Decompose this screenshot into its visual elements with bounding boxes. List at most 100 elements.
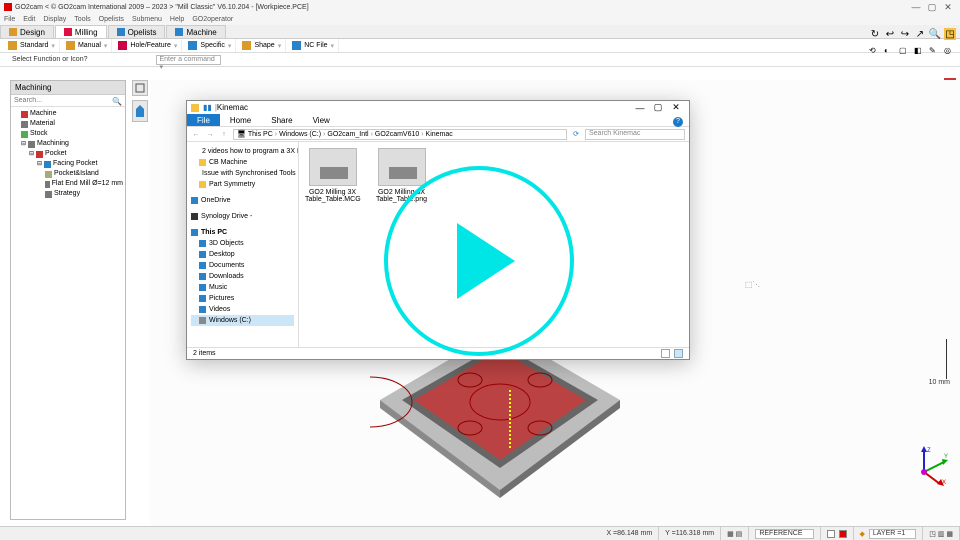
- view-tool-icon[interactable]: ◧: [914, 46, 926, 58]
- breadcrumb-item[interactable]: Kinemac: [426, 131, 453, 138]
- breadcrumb-item[interactable]: This PC: [248, 131, 277, 138]
- breadcrumb-path[interactable]: 🖥This PCWindows (C:)GO2cam_IntlGO2camV61…: [233, 129, 567, 140]
- tree-node[interactable]: Material: [13, 119, 123, 129]
- nav-up[interactable]: ↑: [219, 131, 229, 138]
- close-button[interactable]: ✕: [940, 2, 956, 13]
- search-icon[interactable]: 🔍: [112, 97, 122, 106]
- ribbon-standard[interactable]: Standard ▾: [4, 39, 60, 52]
- explorer-nav-tree[interactable]: 2 videos how to program a 3X DebuCB Mach…: [187, 142, 299, 347]
- ribbon-shape[interactable]: Shape ▾: [238, 39, 286, 52]
- tree-node[interactable]: Machine: [13, 109, 123, 119]
- view-tool-icon[interactable]: ↩: [884, 28, 896, 40]
- view-details-icon[interactable]: [661, 349, 670, 358]
- explorer-tabs: FileHomeShareView: [187, 114, 689, 127]
- explorer-close[interactable]: ✕: [667, 102, 685, 113]
- tree-node[interactable]: Flat End Mill Ø=12 mm: [13, 179, 123, 189]
- tree-search-input[interactable]: [11, 95, 125, 107]
- breadcrumb-item[interactable]: GO2cam_Intl: [327, 131, 373, 138]
- maximize-button[interactable]: ▢: [924, 2, 940, 13]
- menu-submenu[interactable]: Submenu: [132, 16, 162, 23]
- nav-item[interactable]: Issue with Synchronised Tools: [191, 168, 294, 179]
- explorer-search-input[interactable]: Search Kinemac: [585, 129, 685, 140]
- menu-help[interactable]: Help: [170, 16, 184, 23]
- nav-item[interactable]: Windows (C:): [191, 315, 294, 326]
- explorer-minimize[interactable]: —: [631, 103, 649, 113]
- status-reference[interactable]: REFERENCE: [749, 527, 820, 540]
- nav-item[interactable]: Music: [191, 282, 294, 293]
- nav-item[interactable]: Documents: [191, 260, 294, 271]
- ribbon-nc-file[interactable]: NC File ▾: [288, 39, 339, 52]
- breadcrumb-item[interactable]: Windows (C:): [279, 131, 325, 138]
- ribbon-manual[interactable]: Manual ▾: [62, 39, 112, 52]
- explorer-maximize[interactable]: ▢: [649, 102, 667, 113]
- status-layer[interactable]: ◆LAYER =1: [854, 527, 924, 540]
- view-tool-icon[interactable]: 🔍: [929, 28, 941, 40]
- nav-item[interactable]: Downloads: [191, 271, 294, 282]
- nav-item[interactable]: This PC: [191, 227, 294, 238]
- tab-machine[interactable]: Machine: [166, 25, 225, 38]
- nav-item[interactable]: Synology Drive -: [191, 211, 294, 222]
- status-extra-icons[interactable]: ◳ ▥ ▦: [923, 527, 960, 540]
- tab-milling[interactable]: Milling: [55, 25, 107, 38]
- nav-item[interactable]: Pictures: [191, 293, 294, 304]
- menu-opelists[interactable]: Opelists: [99, 16, 124, 23]
- ribbon-icon: [188, 41, 197, 50]
- view-tool-icon[interactable]: ✎: [929, 46, 941, 58]
- view-tool-icon[interactable]: ↻: [869, 28, 881, 40]
- node-icon: [44, 161, 51, 168]
- menu-display[interactable]: Display: [43, 16, 66, 23]
- refresh-button[interactable]: ⟳: [571, 130, 581, 138]
- tree-node[interactable]: Strategy: [13, 189, 123, 199]
- nav-back[interactable]: ←: [191, 131, 201, 138]
- menu-edit[interactable]: Edit: [23, 16, 35, 23]
- explorer-tab-file[interactable]: File: [187, 114, 220, 126]
- menu-file[interactable]: File: [4, 16, 15, 23]
- tree-node[interactable]: ⊟Pocket: [13, 149, 123, 159]
- tab-design[interactable]: Design: [0, 25, 54, 38]
- nav-item[interactable]: CB Machine: [191, 157, 294, 168]
- menu-go2operator[interactable]: GO2operator: [192, 16, 233, 23]
- view-tool-icon[interactable]: ◎: [944, 46, 956, 58]
- view-tool-icon[interactable]: ↗: [914, 28, 926, 40]
- help-icon[interactable]: ?: [673, 117, 683, 127]
- view-tiles-icon[interactable]: [674, 349, 683, 358]
- operation-tree[interactable]: MachineMaterialStock⊟Machining⊟Pocket⊟Fa…: [11, 107, 125, 201]
- explorer-tab-view[interactable]: View: [303, 114, 340, 126]
- menu-tools[interactable]: Tools: [74, 16, 90, 23]
- nav-item[interactable]: Part Symmetry: [191, 179, 294, 190]
- breadcrumb-item[interactable]: GO2camV610: [375, 131, 424, 138]
- minimize-button[interactable]: —: [908, 2, 924, 12]
- video-play-overlay[interactable]: [384, 166, 574, 356]
- explorer-tab-home[interactable]: Home: [220, 114, 261, 126]
- expand-icon[interactable]: ⊟: [29, 149, 34, 159]
- side-tool-2[interactable]: [132, 100, 148, 122]
- nav-forward[interactable]: →: [205, 131, 215, 138]
- expand-icon[interactable]: ⊟: [37, 159, 42, 169]
- file-item[interactable]: GO2 Milling 3X Table_Table.MCG: [305, 148, 360, 203]
- tree-node[interactable]: Stock: [13, 129, 123, 139]
- nav-item[interactable]: 3D Objects: [191, 238, 294, 249]
- nav-item[interactable]: Desktop: [191, 249, 294, 260]
- view-tool-icon[interactable]: ↪: [899, 28, 911, 40]
- explorer-tab-share[interactable]: Share: [261, 114, 302, 126]
- expand-icon[interactable]: ⊟: [21, 139, 26, 149]
- command-input[interactable]: Enter a command ▾: [156, 55, 221, 65]
- status-color-swatches[interactable]: [821, 527, 854, 540]
- ribbon-specific[interactable]: Specific ▾: [184, 39, 236, 52]
- nav-item[interactable]: OneDrive: [191, 195, 294, 206]
- view-tool-icon[interactable]: ◐: [884, 46, 896, 58]
- view-tool-icon[interactable]: ◳: [944, 28, 956, 40]
- tree-node[interactable]: Pocket&Island: [13, 169, 123, 179]
- view-tool-icon[interactable]: ⟲: [869, 46, 881, 58]
- tree-node[interactable]: ⊟Machining: [13, 139, 123, 149]
- tab-opelists[interactable]: Opelists: [108, 25, 166, 38]
- view-tool-icon[interactable]: ▢: [899, 46, 911, 58]
- side-tool-1[interactable]: [132, 80, 148, 96]
- tree-node[interactable]: ⊟Facing Pocket: [13, 159, 123, 169]
- ribbon-hole-feature[interactable]: Hole/Feature ▾: [114, 39, 182, 52]
- explorer-titlebar[interactable]: ▮▮ | Kinemac — ▢ ✕: [187, 101, 689, 114]
- nav-item[interactable]: 2 videos how to program a 3X Debu: [191, 146, 294, 157]
- nav-item[interactable]: Videos: [191, 304, 294, 315]
- status-view-icons[interactable]: ▦ ▤: [721, 527, 749, 540]
- window-title: GO2cam < © GO2cam International 2009 – 2…: [15, 4, 908, 11]
